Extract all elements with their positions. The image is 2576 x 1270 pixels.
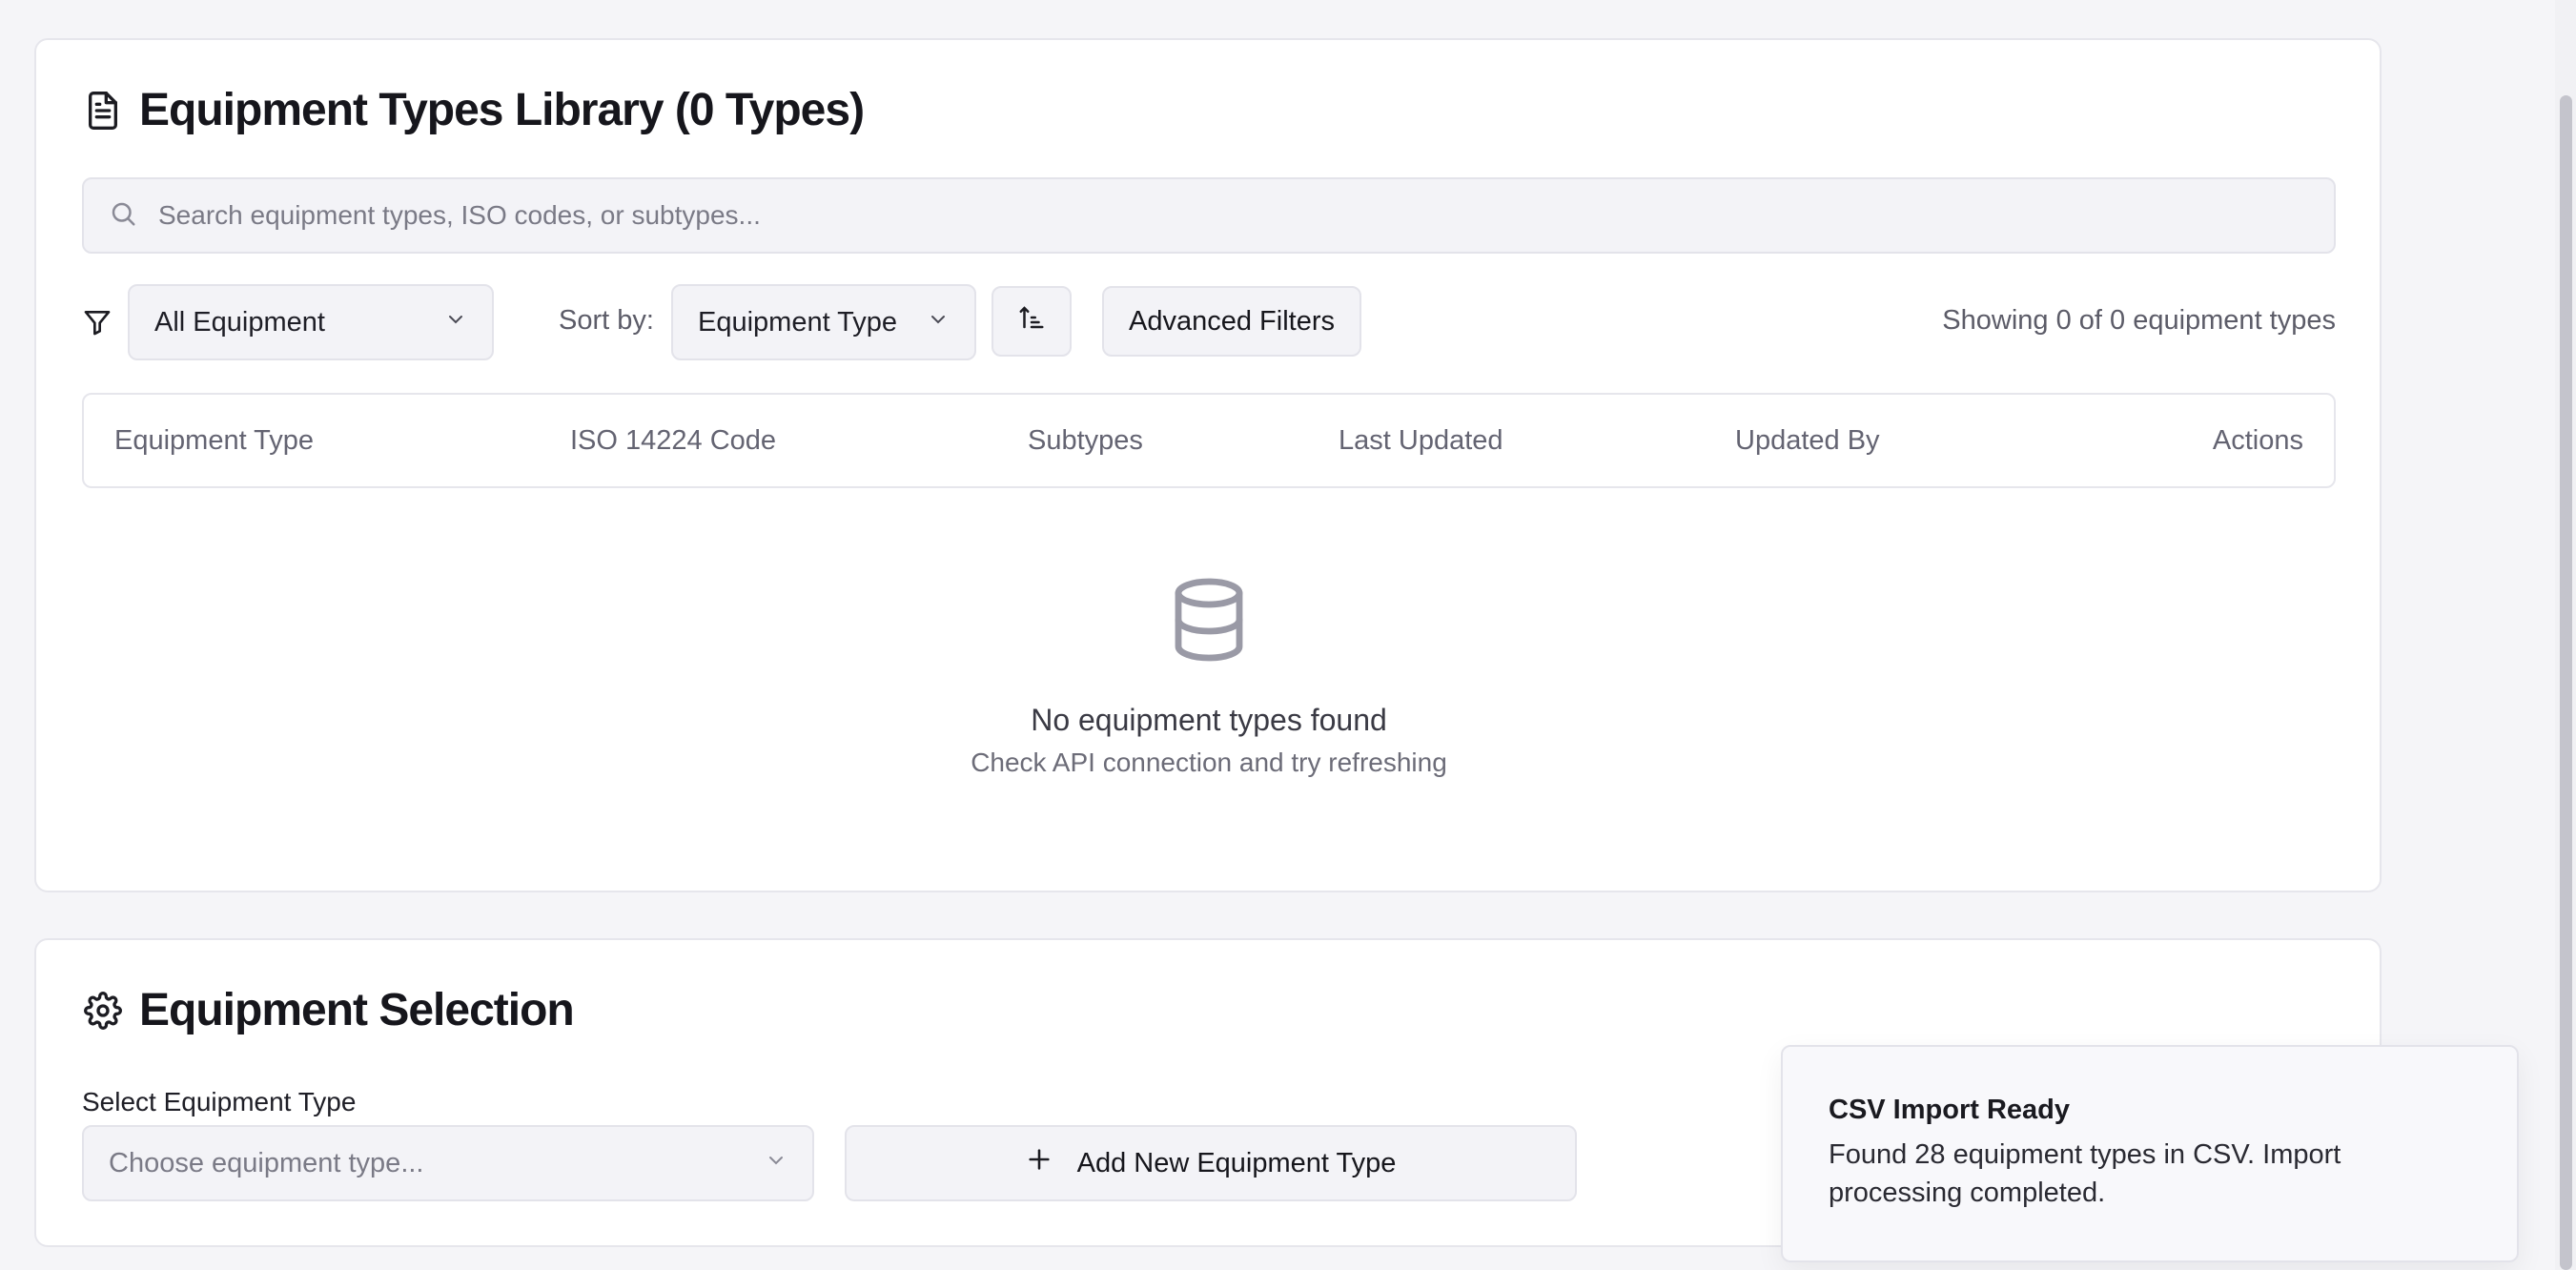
toast-notification[interactable]: CSV Import Ready Found 28 equipment type… xyxy=(1781,1045,2519,1262)
selection-title-text: Equipment Selection xyxy=(139,985,575,1035)
empty-state-title: No equipment types found xyxy=(1031,703,1387,737)
search-input[interactable] xyxy=(158,200,2256,231)
search-icon xyxy=(109,199,137,233)
equipment-filter-value: All Equipment xyxy=(154,306,325,338)
library-title-text: Equipment Types Library (0 Types) xyxy=(139,85,865,135)
advanced-filters-button[interactable]: Advanced Filters xyxy=(1102,286,1361,357)
plus-icon xyxy=(1026,1146,1053,1180)
empty-state-subtitle: Check API connection and try refreshing xyxy=(971,748,1447,777)
column-iso-code[interactable]: ISO 14224 Code xyxy=(570,425,776,457)
equipment-filter-select[interactable]: All Equipment xyxy=(128,284,494,360)
chevron-down-icon xyxy=(927,307,950,338)
selection-title: Equipment Selection xyxy=(84,984,575,1036)
sort-label: Sort by: xyxy=(559,305,654,336)
column-equipment-type[interactable]: Equipment Type xyxy=(114,425,314,457)
equipment-type-placeholder: Choose equipment type... xyxy=(109,1147,424,1178)
advanced-filters-label: Advanced Filters xyxy=(1129,305,1335,337)
toast-message: Found 28 equipment types in CSV. Import … xyxy=(1829,1139,2341,1208)
library-title: Equipment Types Library (0 Types) xyxy=(84,84,865,136)
document-icon xyxy=(84,90,122,132)
funnel-icon xyxy=(82,307,112,342)
chevron-down-icon xyxy=(444,307,467,338)
toast-title: CSV Import Ready xyxy=(1829,1095,2070,1125)
scrollbar-thumb[interactable] xyxy=(2560,95,2572,1270)
page-scrollbar[interactable] xyxy=(2555,0,2576,1270)
column-updated-by[interactable]: Updated By xyxy=(1735,425,1880,457)
column-subtypes[interactable]: Subtypes xyxy=(1028,425,1143,457)
table-header: Equipment Type ISO 14224 Code Subtypes L… xyxy=(82,393,2336,488)
column-actions: Actions xyxy=(2212,425,2303,456)
gear-icon xyxy=(84,991,122,1030)
chevron-down-icon xyxy=(765,1148,787,1179)
select-equipment-label: Select Equipment Type xyxy=(82,1087,357,1116)
sort-direction-button[interactable] xyxy=(992,286,1072,357)
equipment-library-card: Equipment Types Library (0 Types) All Eq… xyxy=(34,38,2382,892)
add-equipment-type-label: Add New Equipment Type xyxy=(1076,1147,1397,1178)
search-box[interactable] xyxy=(82,177,2336,254)
equipment-type-select[interactable]: Choose equipment type... xyxy=(82,1125,814,1201)
column-last-updated[interactable]: Last Updated xyxy=(1339,425,1503,457)
empty-state: No equipment types found Check API conne… xyxy=(82,574,2336,778)
sort-select-value: Equipment Type xyxy=(698,306,898,338)
results-count: Showing 0 of 0 equipment types xyxy=(1942,305,2336,336)
filter-toolbar: All Equipment Sort by: Equipment Type Ad… xyxy=(82,284,2336,360)
sort-select[interactable]: Equipment Type xyxy=(671,284,976,360)
sort-ascending-icon xyxy=(1017,303,1046,339)
database-icon xyxy=(1163,574,1255,670)
add-equipment-type-button[interactable]: Add New Equipment Type xyxy=(845,1125,1577,1201)
